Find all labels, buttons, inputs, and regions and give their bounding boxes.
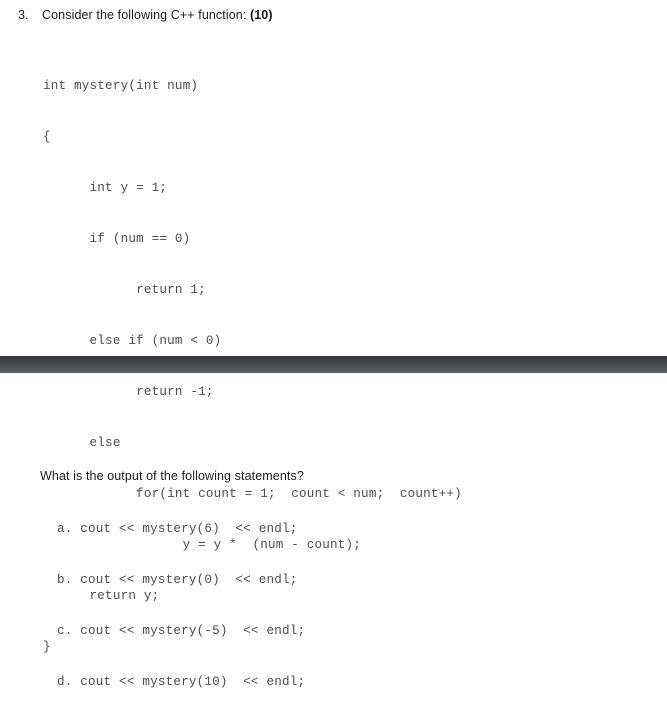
code-line: else <box>43 436 121 450</box>
code-line: int mystery(int num) <box>43 79 199 93</box>
list-item: d. cout << mystery(10) << endl; <box>57 675 306 689</box>
document-page: 3. Consider the following C++ function: … <box>0 0 667 689</box>
list-item: b. cout << mystery(0) << endl; <box>57 573 298 587</box>
statement-list: a. cout << mystery(6) << endl; b. cout <… <box>57 487 305 725</box>
code-line: int y = 1; <box>43 181 168 195</box>
question-heading-body: Consider the following C++ function: (10… <box>42 8 273 22</box>
question-marks: (10) <box>249 8 273 22</box>
question-prompt-text: Consider the following C++ function: <box>42 8 250 22</box>
code-line: return 1; <box>43 283 206 297</box>
section-separator-band <box>0 356 667 373</box>
code-line: return -1; <box>43 385 214 399</box>
question-number: 3. <box>18 8 29 22</box>
code-line: else if (num < 0) <box>43 334 222 348</box>
code-line: if (num == 0) <box>43 232 191 246</box>
list-item: a. cout << mystery(6) << endl; <box>57 522 298 536</box>
output-question-text: What is the output of the following stat… <box>40 469 304 483</box>
question-heading: 3. Consider the following C++ function: … <box>18 8 618 22</box>
list-item: c. cout << mystery(-5) << endl; <box>57 624 306 638</box>
code-line: { <box>43 130 51 144</box>
